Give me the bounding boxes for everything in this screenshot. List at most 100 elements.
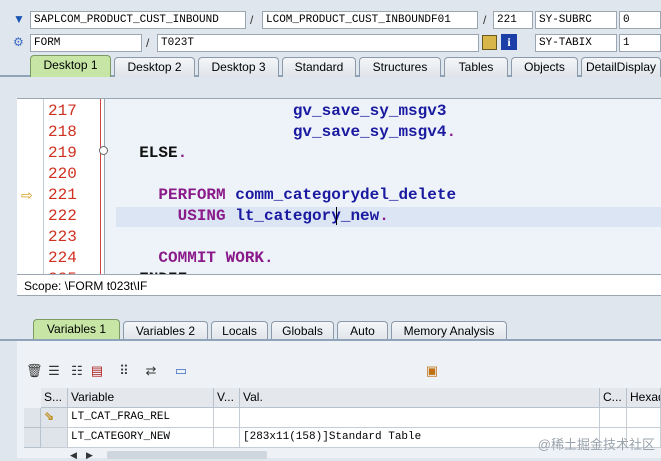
separator: / — [483, 13, 487, 27]
code-token: . — [446, 123, 457, 141]
code-line[interactable]: 224 COMMIT WORK. — [17, 248, 661, 269]
separator: / — [146, 36, 150, 50]
code-token: . — [177, 144, 188, 162]
line-number[interactable]: 222 — [48, 206, 94, 227]
code-line[interactable]: 219 ELSE. — [17, 143, 661, 164]
transfer-icon[interactable]: ⇄ — [143, 363, 159, 379]
text-cursor — [336, 207, 337, 225]
tab-standard[interactable]: Standard — [282, 57, 356, 77]
line-number[interactable]: 223 — [48, 227, 94, 248]
col-header-hexad[interactable]: Hexad — [627, 388, 661, 408]
hierarchy-icon[interactable]: ⠿ — [116, 363, 132, 379]
watchpoint-icon[interactable] — [482, 35, 497, 50]
code-token: USING — [177, 207, 236, 225]
folder-icon[interactable]: ▭ — [173, 363, 189, 379]
copy-list-icon[interactable]: ☷ — [69, 363, 85, 379]
tab-locals[interactable]: Locals — [211, 321, 268, 341]
code-token: COMMIT WORK — [158, 249, 265, 267]
event-type-field[interactable]: FORM — [30, 34, 142, 52]
variable-cell[interactable]: LT_CAT_FRAG_REL — [68, 408, 214, 428]
code-line[interactable]: 221 PERFORM comm_categorydel_delete — [17, 185, 661, 206]
tab-globals[interactable]: Globals — [271, 321, 334, 341]
program-field[interactable]: SAPLCOM_PRODUCT_CUST_INBOUND — [30, 11, 246, 29]
delete-icon[interactable]: 🗑 — [26, 363, 43, 379]
line-number[interactable]: 217 — [48, 101, 94, 122]
tab-variables-1[interactable]: Variables 1 — [33, 319, 120, 341]
code-text[interactable]: ELSE. — [120, 143, 187, 164]
code-token: gv_save_sy_msgv4 — [292, 123, 447, 141]
v-cell — [214, 428, 240, 448]
value-cell[interactable] — [240, 408, 600, 428]
tab-desktop-1[interactable]: Desktop 1 — [30, 55, 111, 77]
col-header-v[interactable]: V... — [214, 388, 240, 408]
row-selector[interactable] — [24, 408, 41, 428]
tab-detaildisplay[interactable]: DetailDisplay — [581, 57, 661, 77]
code-line[interactable]: 218 gv_save_sy_msgv4. — [17, 122, 661, 143]
tab-desktop-2[interactable]: Desktop 2 — [114, 57, 195, 77]
line-number[interactable]: 224 — [48, 248, 94, 269]
info-icon[interactable]: i — [501, 34, 517, 50]
list-icon[interactable]: ☰ — [46, 363, 62, 379]
watermark: @稀土掘金技术社区 — [537, 437, 655, 452]
col-header-c[interactable]: C... — [600, 388, 627, 408]
variable-status-icon: ⇘ — [44, 410, 55, 424]
row-selector[interactable] — [24, 428, 41, 448]
code-text[interactable]: COMMIT WORK. — [120, 248, 274, 269]
code-token: . — [379, 207, 389, 225]
line-number-field[interactable]: 221 — [493, 11, 533, 29]
col-header-variable[interactable]: Variable — [68, 388, 214, 408]
code-line[interactable]: 222 USING lt_category_new. — [17, 206, 661, 227]
var-name-field-2[interactable]: SY-TABIX — [535, 34, 617, 52]
line-number[interactable]: 218 — [48, 122, 94, 143]
v-cell — [214, 408, 240, 428]
code-text[interactable]: PERFORM comm_categorydel_delete — [120, 185, 456, 206]
save-icon[interactable]: ▣ — [424, 363, 440, 379]
tab-structures[interactable]: Structures — [359, 57, 441, 77]
line-number[interactable]: 219 — [48, 143, 94, 164]
code-editor[interactable]: ⇨ 217 gv_save_sy_msgv3 218 gv_save_sy_msg… — [17, 98, 661, 274]
variable-cell[interactable]: LT_CATEGORY_NEW — [68, 428, 214, 448]
code-text[interactable]: gv_save_sy_msgv4. — [120, 122, 456, 143]
tab-variables-2[interactable]: Variables 2 — [123, 321, 208, 341]
tab-auto[interactable]: Auto — [337, 321, 388, 341]
include-field[interactable]: LCOM_PRODUCT_CUST_INBOUNDF01 — [262, 11, 478, 29]
code-text[interactable]: USING lt_category_new. — [120, 206, 389, 227]
tab-objects[interactable]: Objects — [511, 57, 578, 77]
event-name-field[interactable]: T023T — [157, 34, 479, 52]
dropdown-icon[interactable]: ▼ — [13, 11, 27, 27]
code-token: . — [264, 249, 274, 267]
code-token: PERFORM — [158, 186, 236, 204]
tab-tables[interactable]: Tables — [444, 57, 508, 77]
col-header-status[interactable]: S... — [41, 388, 68, 408]
code-token: lt_category_new — [235, 207, 380, 225]
line-number[interactable]: 220 — [48, 164, 94, 185]
c-cell — [600, 408, 627, 428]
code-line[interactable]: 223 — [17, 227, 661, 248]
separator: / — [250, 13, 254, 27]
code-line[interactable]: 220 — [17, 164, 661, 185]
code-token: comm_categorydel_delete — [235, 186, 457, 204]
tab-desktop-3[interactable]: Desktop 3 — [198, 57, 279, 77]
code-line[interactable]: 217 gv_save_sy_msgv3 — [17, 101, 661, 122]
scroll-left-icon[interactable]: ◀ — [70, 450, 77, 461]
line-number[interactable]: 221 — [48, 185, 94, 206]
status-cell — [41, 428, 68, 448]
save-variant-icon[interactable]: ▤ — [89, 363, 105, 379]
scroll-right-icon[interactable]: ▶ — [86, 450, 93, 461]
var-value-field-1[interactable]: 0 — [619, 11, 661, 29]
scope-bar: Scope: \FORM t023t\IF — [17, 274, 661, 296]
var-value-field-2[interactable]: 1 — [619, 34, 661, 52]
col-header-value[interactable]: Val. — [240, 388, 600, 408]
code-text[interactable]: gv_save_sy_msgv3 — [120, 101, 447, 122]
var-name-field-1[interactable]: SY-SUBRC — [535, 11, 617, 29]
event-icon: ⚙ — [13, 35, 24, 49]
tab-memory-analysis[interactable]: Memory Analysis — [391, 321, 507, 341]
code-token: gv_save_sy_msgv3 — [292, 102, 447, 120]
code-token: ELSE — [139, 144, 178, 162]
